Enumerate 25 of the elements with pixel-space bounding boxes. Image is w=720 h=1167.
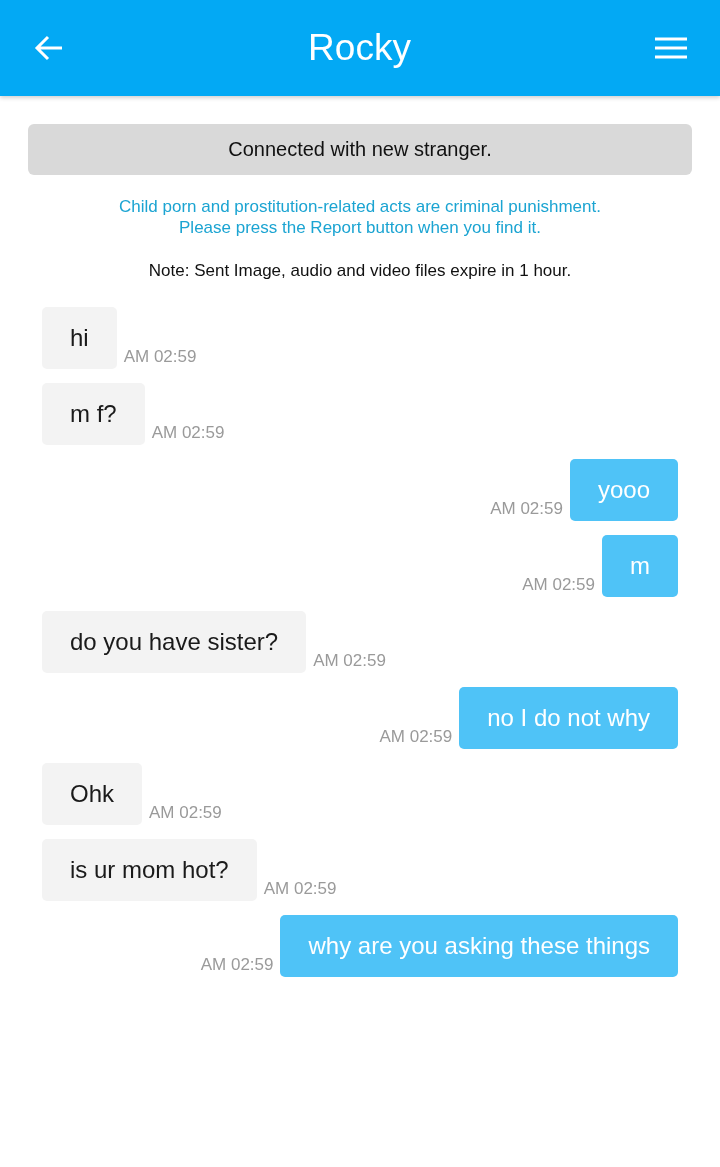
incoming-message-bubble: m f? (42, 383, 145, 445)
menu-icon[interactable] (655, 37, 687, 59)
outgoing-message-bubble: no I do not why (459, 687, 678, 749)
message-timestamp: AM 02:59 (522, 575, 595, 595)
incoming-message-bubble: do you have sister? (42, 611, 307, 673)
message-timestamp: AM 02:59 (200, 955, 274, 975)
connection-notice: Connected with new stranger. (28, 124, 692, 175)
message-timestamp: AM 02:59 (263, 879, 337, 899)
message-timestamp: AM 02:59 (123, 347, 197, 367)
incoming-message-bubble: Ohk (42, 763, 142, 825)
warning-text: Child porn and prostitution-related acts are criminal punishment. (119, 196, 601, 217)
message-timestamp: AM 02:59 (379, 727, 453, 747)
message-timestamp: AM 02:59 (490, 499, 563, 519)
outgoing-message-bubble: m (602, 535, 678, 597)
message-timestamp: AM 02:59 (149, 803, 222, 823)
message-timestamp: AM 02:59 (151, 423, 225, 443)
warning-text: Please press the Report button when you find it. (179, 217, 541, 238)
back-arrow-icon[interactable] (34, 35, 64, 61)
expiry-note: Note: Sent Image, audio and video files expire in 1 hour. (148, 260, 572, 281)
chat-title: Rocky (308, 26, 411, 70)
message-timestamp: AM 02:59 (313, 651, 386, 671)
incoming-message-bubble: hi (42, 307, 117, 369)
incoming-message-bubble: is ur mom hot? (42, 839, 257, 901)
outgoing-message-bubble: why are you asking these things (280, 915, 678, 977)
outgoing-message-bubble: yooo (569, 459, 678, 521)
